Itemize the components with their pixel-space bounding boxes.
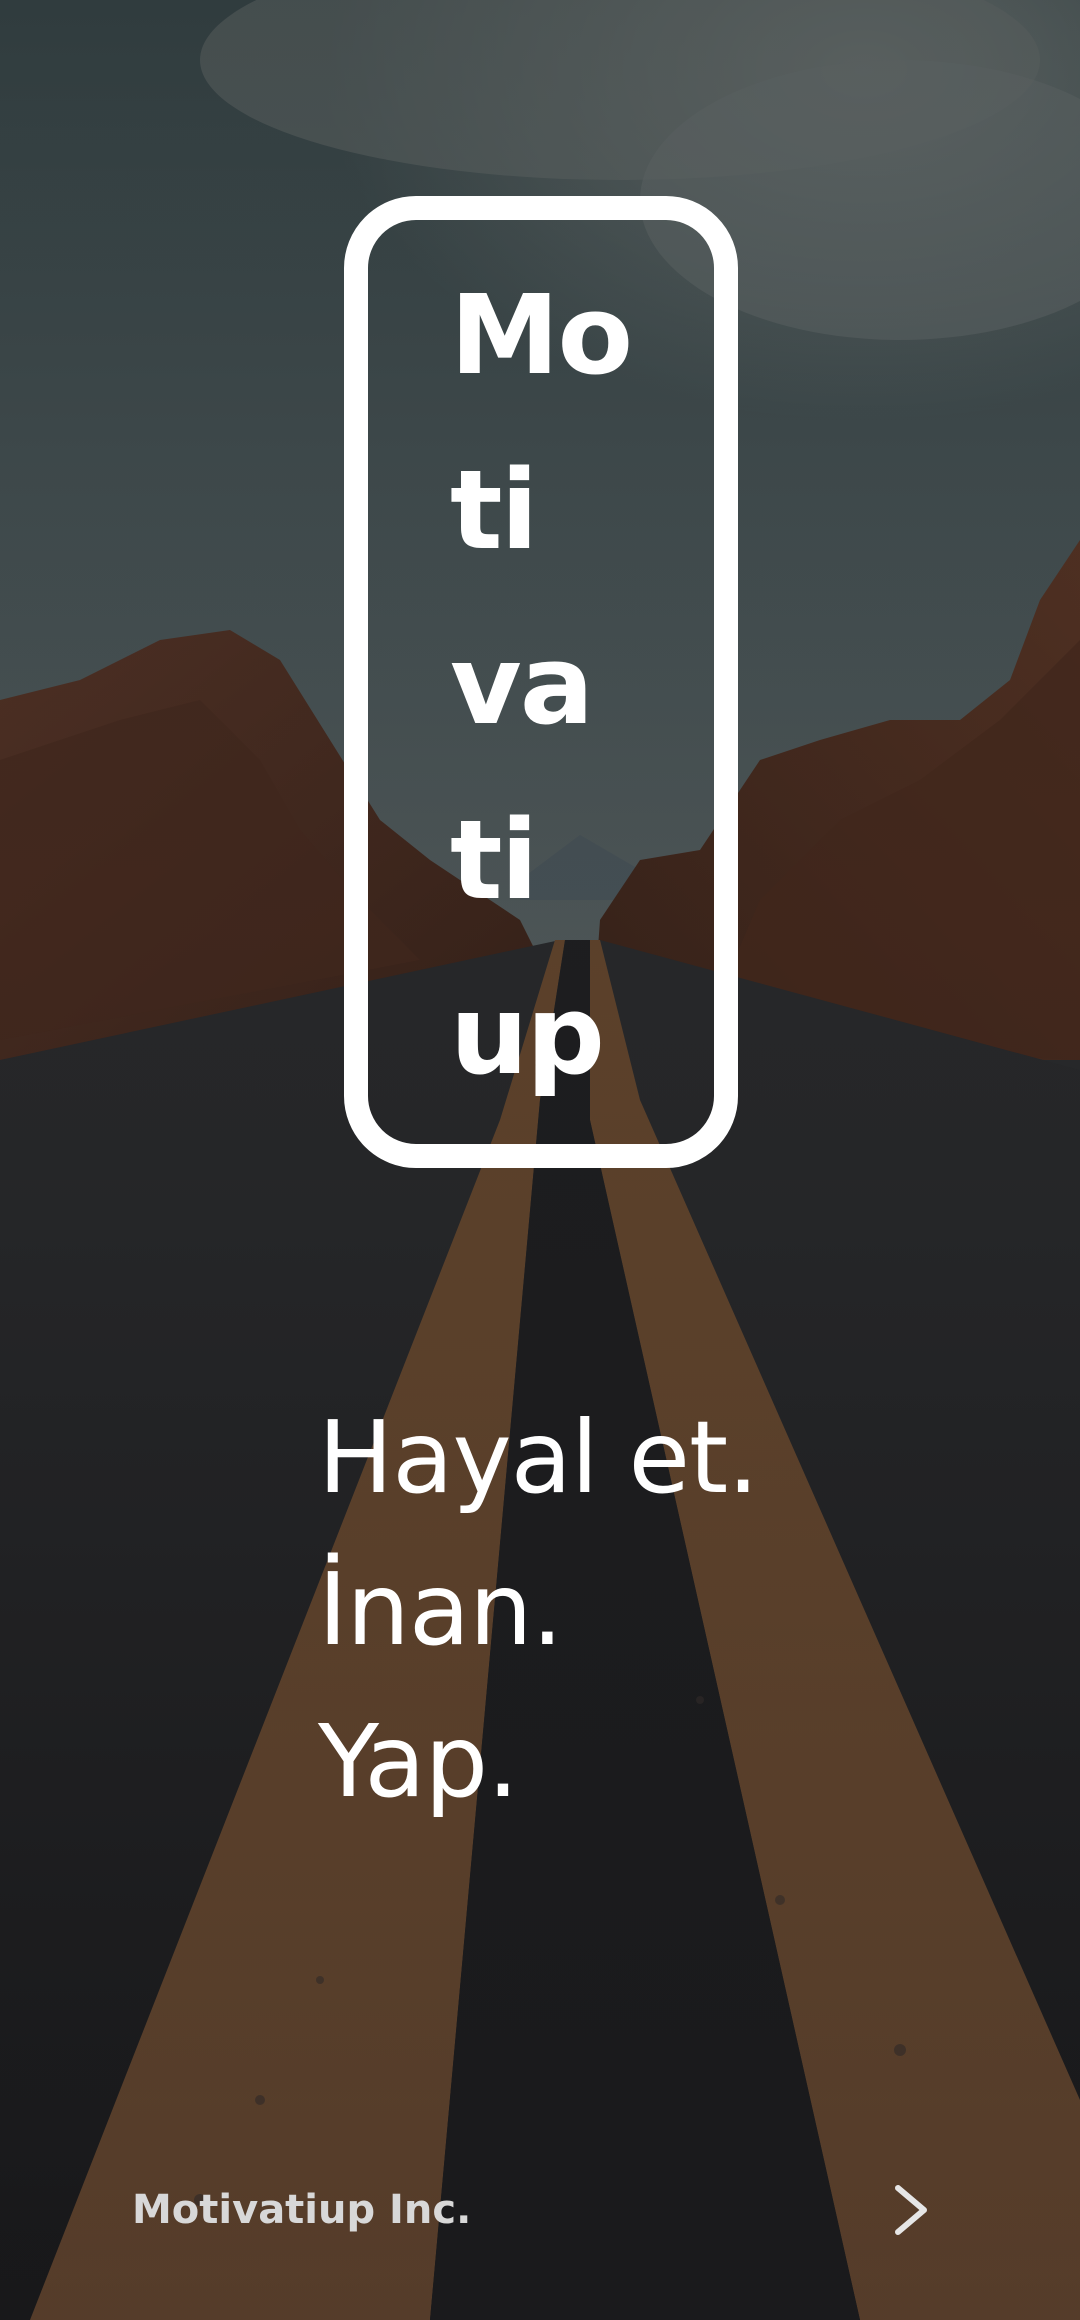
company-name: Motivatiup Inc. <box>132 2187 472 2233</box>
tagline-line: Yap. <box>318 1703 519 1820</box>
app-logo-text-line: Mo <box>450 271 633 399</box>
chevron-right-icon <box>895 2185 927 2235</box>
tagline-line: İnan. <box>318 1551 563 1668</box>
next-button[interactable] <box>872 2170 952 2250</box>
splash-screen: Mo ti va ti up Hayal et. İnan. Yap. Moti… <box>0 0 1080 2320</box>
app-logo-text-line: ti <box>450 796 538 924</box>
app-logo-text-line: ti <box>450 446 538 574</box>
tagline-line: Hayal et. <box>318 1399 759 1516</box>
app-logo-text-line: va <box>450 621 594 749</box>
app-logo-text-line: up <box>450 971 605 1099</box>
